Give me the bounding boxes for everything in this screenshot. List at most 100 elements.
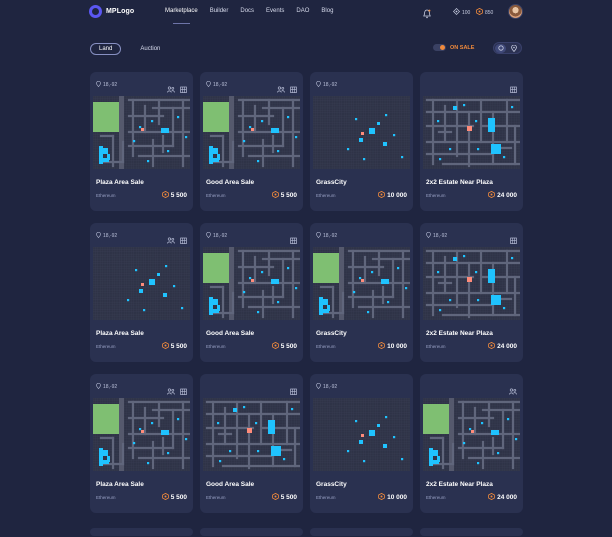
- card-price: 5 500: [271, 190, 297, 200]
- tab-land[interactable]: Land: [90, 43, 122, 55]
- card-chain: Ethereum: [426, 344, 446, 349]
- card-title: Plaza Area Sale: [96, 179, 144, 186]
- coordinates-value: 18,-92: [103, 384, 118, 390]
- card-title: Good Area Sale: [206, 179, 255, 186]
- location-icon: [206, 231, 211, 240]
- land-card[interactable]: [200, 528, 303, 536]
- card-chain: Ethereum: [96, 193, 116, 198]
- coin-icon: [488, 190, 495, 200]
- card-title: 2x2 Estate Near Plaza: [426, 179, 493, 186]
- logo[interactable]: MPLogo: [89, 5, 134, 18]
- grid-icon: [498, 45, 504, 51]
- avatar[interactable]: [508, 4, 523, 19]
- location-icon: [426, 231, 431, 240]
- land-card[interactable]: 18,-92 Plaza Area Sale Ethereum 5 500: [90, 374, 193, 513]
- coin-icon: [271, 492, 279, 502]
- card-chain: Ethereum: [316, 193, 336, 198]
- land-map-thumbnail: [313, 96, 410, 169]
- view-switch: [493, 42, 522, 54]
- coordinates: 18,-92: [96, 382, 118, 391]
- coin-balance[interactable]: 850: [476, 7, 494, 17]
- land-card[interactable]: 18,-92 Good Area Sale Ethereum 5 500: [200, 223, 303, 362]
- on-sale-label: ON SALE: [450, 44, 475, 51]
- land-card[interactable]: [420, 528, 523, 536]
- land-card[interactable]: 18,-92 GrassCity Ethereum 10 000: [310, 374, 413, 513]
- coordinates: 18,-92: [206, 231, 228, 240]
- nav-marketplace[interactable]: Marketplace: [165, 8, 198, 24]
- card-title: GrassCity: [316, 179, 347, 186]
- on-sale-toggle[interactable]: [433, 44, 446, 51]
- land-card[interactable]: 18,-92 GrassCity Ethereum 10 000: [310, 72, 413, 211]
- land-card[interactable]: Good Area Sale Ethereum 5 500: [200, 374, 303, 513]
- card-price: 10 000: [378, 492, 407, 502]
- coordinates: 18,-92: [96, 231, 117, 240]
- card-price: 10 000: [378, 341, 407, 351]
- land-card[interactable]: 2x2 Estate Near Plaza Ethereum 24 000: [420, 374, 523, 513]
- coin-icon: [378, 492, 385, 502]
- land-card[interactable]: 18,-92 Plaza Area Sale Ethereum 5 500: [90, 72, 193, 211]
- coordinates-value: 18,-92: [103, 82, 118, 88]
- card-price-value: 24 000: [497, 343, 517, 350]
- card-chain: Ethereum: [426, 495, 446, 500]
- card-title: 2x2 Estate Near Plaza: [426, 330, 493, 337]
- map-view-button[interactable]: [509, 44, 520, 53]
- coordinates: 18,-92: [96, 80, 118, 89]
- land-card[interactable]: 18,-92 2x2 Estate Near Plaza Ethereum 24 00…: [420, 223, 523, 362]
- nav-builder[interactable]: Builder: [210, 8, 229, 14]
- coordinates: 18,-92: [316, 382, 338, 391]
- land-map-thumbnail: [203, 398, 300, 471]
- coordinates-value: 18,-92: [213, 82, 228, 88]
- land-card[interactable]: 2x2 Estate Near Plaza Ethereum 24 000: [420, 72, 523, 211]
- card-chain: Ethereum: [96, 344, 116, 349]
- land-card[interactable]: [310, 528, 413, 536]
- card-title: Plaza Area Sale: [96, 330, 144, 337]
- card-chain: Ethereum: [96, 495, 116, 500]
- nav-events[interactable]: Events: [266, 8, 284, 14]
- card-title: GrassCity: [316, 330, 347, 337]
- location-icon: [316, 80, 321, 89]
- main-nav: Marketplace Builder Docs Events DAO Blog: [165, 8, 333, 24]
- land-map-thumbnail: [203, 247, 300, 320]
- coordinates-value: 18,-92: [323, 82, 338, 88]
- card-price-value: 5 500: [280, 192, 297, 199]
- card-price-value: 5 500: [280, 343, 297, 350]
- tab-auction[interactable]: Auction: [131, 43, 169, 55]
- coordinates: 18,-92: [316, 231, 338, 240]
- on-sale-filter[interactable]: ON SALE: [433, 44, 474, 51]
- card-price: 24 000: [488, 190, 517, 200]
- nav-dao[interactable]: DAO: [296, 8, 309, 14]
- card-chain: Ethereum: [206, 344, 226, 349]
- card-title: Plaza Area Sale: [96, 481, 144, 488]
- land-map-thumbnail: [423, 96, 520, 169]
- card-price: 5 500: [161, 190, 187, 200]
- coin-icon: [476, 7, 483, 17]
- coordinates-value: 18,-92: [323, 384, 338, 390]
- coin-icon: [161, 341, 169, 351]
- land-count[interactable]: 100: [453, 8, 470, 17]
- coordinates-value: 18,-92: [213, 233, 228, 239]
- land-map-thumbnail: [423, 247, 520, 320]
- coin-icon: [378, 341, 385, 351]
- land-map-thumbnail: [93, 247, 190, 320]
- card-chain: Ethereum: [206, 193, 226, 198]
- land-card[interactable]: 18,-92 Plaza Area Sale Ethereum 5 500: [90, 223, 193, 362]
- bell-icon[interactable]: [423, 6, 431, 24]
- land-map-thumbnail: [203, 96, 300, 169]
- nav-blog[interactable]: Blog: [321, 8, 333, 14]
- land-map-thumbnail: [423, 398, 520, 471]
- nav-docs[interactable]: Docs: [240, 8, 254, 14]
- location-icon: [316, 231, 321, 240]
- coordinates: 18,-92: [206, 80, 228, 89]
- card-title: Good Area Sale: [206, 481, 255, 488]
- land-card[interactable]: 18,-92 GrassCity Ethereum 10 000: [310, 223, 413, 362]
- card-chain: Ethereum: [426, 193, 446, 198]
- coin-balance-value: 850: [485, 9, 494, 16]
- card-price: 24 000: [488, 341, 517, 351]
- land-card[interactable]: 18,-92 Good Area Sale Ethereum 5 500: [200, 72, 303, 211]
- card-price: 5 500: [161, 492, 187, 502]
- grid-view-button[interactable]: [495, 43, 507, 53]
- coordinates-value: 18,-92: [323, 233, 338, 239]
- card-chain: Ethereum: [206, 495, 226, 500]
- land-card[interactable]: [90, 528, 193, 536]
- coin-icon: [271, 341, 279, 351]
